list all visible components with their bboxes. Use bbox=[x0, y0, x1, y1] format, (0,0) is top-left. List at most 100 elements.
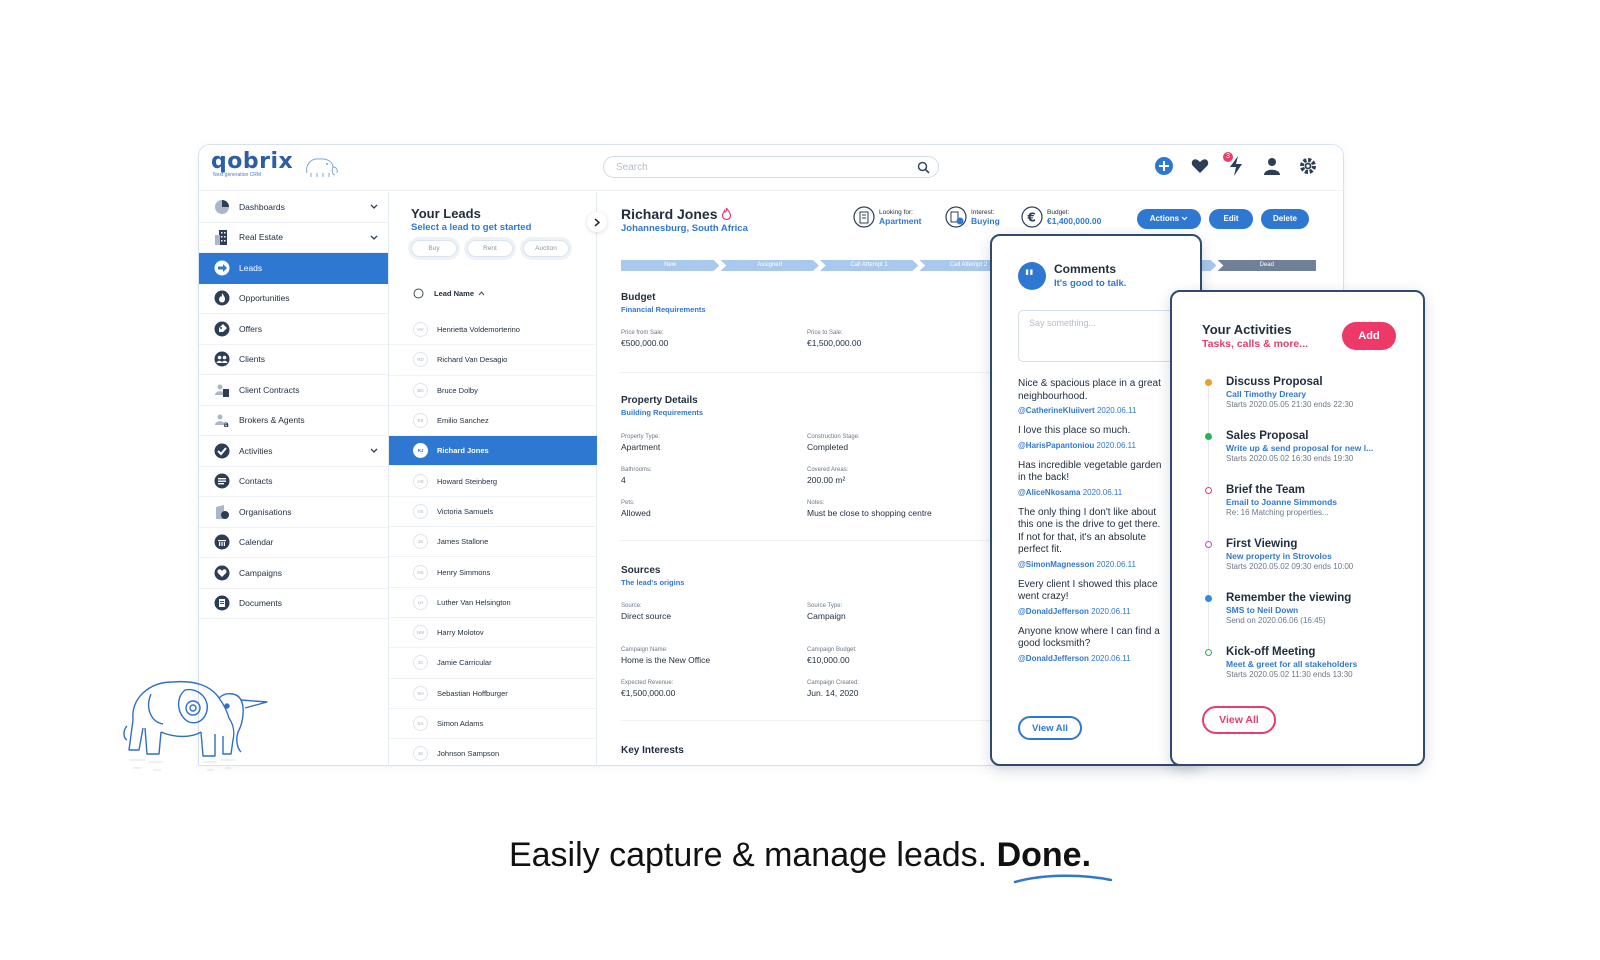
lead-row[interactable]: BD Bruce Dolby bbox=[389, 376, 597, 406]
sidebar-item-leads[interactable]: Leads bbox=[199, 253, 388, 284]
sidebar-item-label: Activities bbox=[239, 445, 273, 456]
lead-row[interactable]: VS Victoria Samuels bbox=[389, 497, 597, 528]
search-input[interactable] bbox=[616, 157, 896, 178]
filter-buy-button[interactable]: Buy bbox=[411, 240, 457, 257]
search-bar[interactable] bbox=[603, 156, 939, 178]
lead-row[interactable]: JS Johnson Sampson bbox=[389, 739, 597, 765]
comment-user-link[interactable]: @HarisPapantoniou bbox=[1018, 441, 1094, 450]
activity-item[interactable]: Sales Proposal Write up & send proposal … bbox=[1196, 430, 1421, 484]
field-value: €10,000.00 bbox=[807, 655, 850, 665]
sidebar-item-clients[interactable]: Clients bbox=[199, 345, 388, 375]
chevron-down-icon[interactable] bbox=[370, 202, 378, 212]
source-type-field: Source Type: Campaign bbox=[807, 603, 846, 621]
activity-description: Call Timothy Dreary bbox=[1226, 389, 1307, 399]
lead-row[interactable]: HM Harry Molotov bbox=[389, 618, 597, 649]
sidebar-item-label: Campaigns bbox=[239, 567, 282, 578]
lead-avatar: JS bbox=[413, 534, 428, 550]
collapse-panel-button[interactable] bbox=[587, 212, 607, 232]
sidebar-item-client-contracts[interactable]: Client Contracts bbox=[199, 375, 388, 406]
activities-view-all-button[interactable]: View All bbox=[1202, 706, 1276, 734]
lead-row[interactable]: ES Emilio Sanchez bbox=[389, 406, 597, 437]
comments-view-all-button[interactable]: View All bbox=[1018, 716, 1082, 740]
activity-item[interactable]: First Viewing New property in Strovolos … bbox=[1196, 538, 1421, 592]
activity-item[interactable]: Brief the Team Email to Joanne Simmonds … bbox=[1196, 484, 1421, 538]
lead-row[interactable]: SH Sebastian Hoffburger bbox=[389, 679, 597, 709]
sidebar-item-activities[interactable]: Activities bbox=[199, 436, 388, 467]
filter-auction-button[interactable]: Auction bbox=[523, 240, 569, 257]
add-circle-icon[interactable] bbox=[1153, 155, 1175, 177]
activity-time: Starts 2020.05.02 16:30 ends 19:30 bbox=[1226, 454, 1354, 463]
filter-rent-button[interactable]: Rent bbox=[467, 240, 513, 257]
sidebar-item-calendar[interactable]: Calendar bbox=[199, 528, 388, 558]
notifications-bolt-icon[interactable]: 3 bbox=[1223, 152, 1247, 177]
top-actions: 3 bbox=[1153, 152, 1319, 177]
comment-user-link[interactable]: @SimonMagnesson bbox=[1018, 560, 1094, 569]
leads-panel: Your Leads Select a lead to get started … bbox=[389, 192, 607, 765]
sidebar-item-organisations[interactable]: Organisations bbox=[199, 497, 388, 528]
chevron-down-icon[interactable] bbox=[370, 446, 378, 456]
stage-dead[interactable]: Dead bbox=[1217, 260, 1316, 271]
elephant-illustration-icon bbox=[123, 680, 268, 771]
lead-name: Emilio Sanchez bbox=[437, 416, 489, 426]
notes-field: Notes: Must be close to shopping centre bbox=[807, 500, 932, 518]
activity-item[interactable]: Discuss Proposal Call Timothy Dreary Sta… bbox=[1196, 376, 1421, 430]
lead-row[interactable]: JS James Stallone bbox=[389, 527, 597, 558]
stage-call-attempt-1[interactable]: Call Attempt 1 bbox=[819, 260, 919, 271]
field-label: Bathrooms: bbox=[621, 467, 652, 473]
lead-name: Simon Adams bbox=[437, 719, 484, 728]
comment-user-link[interactable]: @CatherineKluiivert bbox=[1018, 406, 1095, 415]
lead-row-selected[interactable]: RJ Richard Jones bbox=[389, 436, 597, 467]
lead-avatar: HS bbox=[413, 564, 428, 580]
lead-row[interactable]: RD Richard Van Desagio bbox=[389, 345, 597, 376]
lead-avatar: LH bbox=[413, 594, 428, 610]
lead-row[interactable]: HS Henry Simmons bbox=[389, 557, 597, 588]
chevron-down-icon[interactable] bbox=[370, 233, 378, 243]
sidebar-item-documents[interactable]: Documents bbox=[199, 589, 388, 619]
activity-item[interactable]: Kick-off Meeting Meet & greet for all st… bbox=[1196, 646, 1421, 700]
sort-ascending-icon[interactable] bbox=[478, 291, 485, 296]
sidebar-item-brokers-agents[interactable]: a Brokers & Agents bbox=[199, 406, 388, 436]
sidebar-item-opportunities[interactable]: Opportunities bbox=[199, 284, 388, 314]
sidebar-item-real-estate[interactable]: Real Estate bbox=[199, 223, 388, 253]
lead-avatar: VS bbox=[413, 503, 428, 519]
field-value: Campaign bbox=[807, 611, 846, 621]
lead-row[interactable]: HV Henrietta Voldemorterino bbox=[389, 315, 597, 346]
activities-card: Your Activities Tasks, calls & more... A… bbox=[1170, 290, 1425, 766]
comment-user-link[interactable]: @DonaldJefferson bbox=[1018, 654, 1089, 663]
lead-name: Victoria Samuels bbox=[437, 506, 494, 516]
stage-new[interactable]: New bbox=[621, 260, 720, 271]
sidebar-item-label: Brokers & Agents bbox=[239, 415, 305, 426]
select-all-radio-icon[interactable] bbox=[413, 288, 424, 299]
lead-filters: Buy Rent Auction bbox=[411, 240, 569, 257]
user-profile-icon[interactable] bbox=[1261, 155, 1283, 177]
settings-gear-icon[interactable] bbox=[1297, 155, 1319, 177]
lead-row[interactable]: JC Jamie Carricular bbox=[389, 648, 597, 679]
comment-user-link[interactable]: @AliceNkosama bbox=[1018, 488, 1081, 497]
sidebar-item-dashboards[interactable]: Dashboards bbox=[199, 192, 388, 223]
sidebar-item-offers[interactable]: Offers bbox=[199, 314, 388, 345]
edit-button[interactable]: Edit bbox=[1209, 209, 1253, 229]
activity-item[interactable]: Remember the viewing SMS to Neil Down Se… bbox=[1196, 592, 1421, 646]
stage-assigned[interactable]: Assigned bbox=[720, 260, 819, 271]
search-icon[interactable] bbox=[917, 161, 930, 179]
comments-title: Comments bbox=[1054, 262, 1117, 276]
sidebar-item-contacts[interactable]: Contacts bbox=[199, 467, 388, 497]
sidebar-item-campaigns[interactable]: Campaigns bbox=[199, 558, 388, 589]
favorites-heart-icon[interactable] bbox=[1189, 155, 1211, 177]
lead-row[interactable]: HS Howard Steinberg bbox=[389, 466, 597, 497]
actions-dropdown-button[interactable]: Actions bbox=[1137, 209, 1201, 229]
activity-status-dot bbox=[1205, 379, 1212, 386]
add-activity-button[interactable]: Add bbox=[1342, 322, 1396, 350]
section-divider bbox=[621, 720, 991, 721]
tag-icon bbox=[213, 320, 231, 338]
section-title: Budget bbox=[621, 292, 656, 303]
column-header-label: Lead Name bbox=[434, 289, 475, 298]
delete-button[interactable]: Delete bbox=[1261, 209, 1309, 229]
lead-name-column-header[interactable]: Lead Name bbox=[413, 288, 485, 299]
clients-icon bbox=[213, 350, 231, 368]
lead-row[interactable]: SA Simon Adams bbox=[389, 709, 597, 740]
lead-name: Jamie Carricular bbox=[437, 658, 492, 668]
lead-row[interactable]: LH Luther Van Helsington bbox=[389, 588, 597, 618]
comment-user-link[interactable]: @DonaldJefferson bbox=[1018, 607, 1089, 616]
qobrix-logo[interactable]: qobrix Next generation CRM bbox=[211, 149, 338, 178]
